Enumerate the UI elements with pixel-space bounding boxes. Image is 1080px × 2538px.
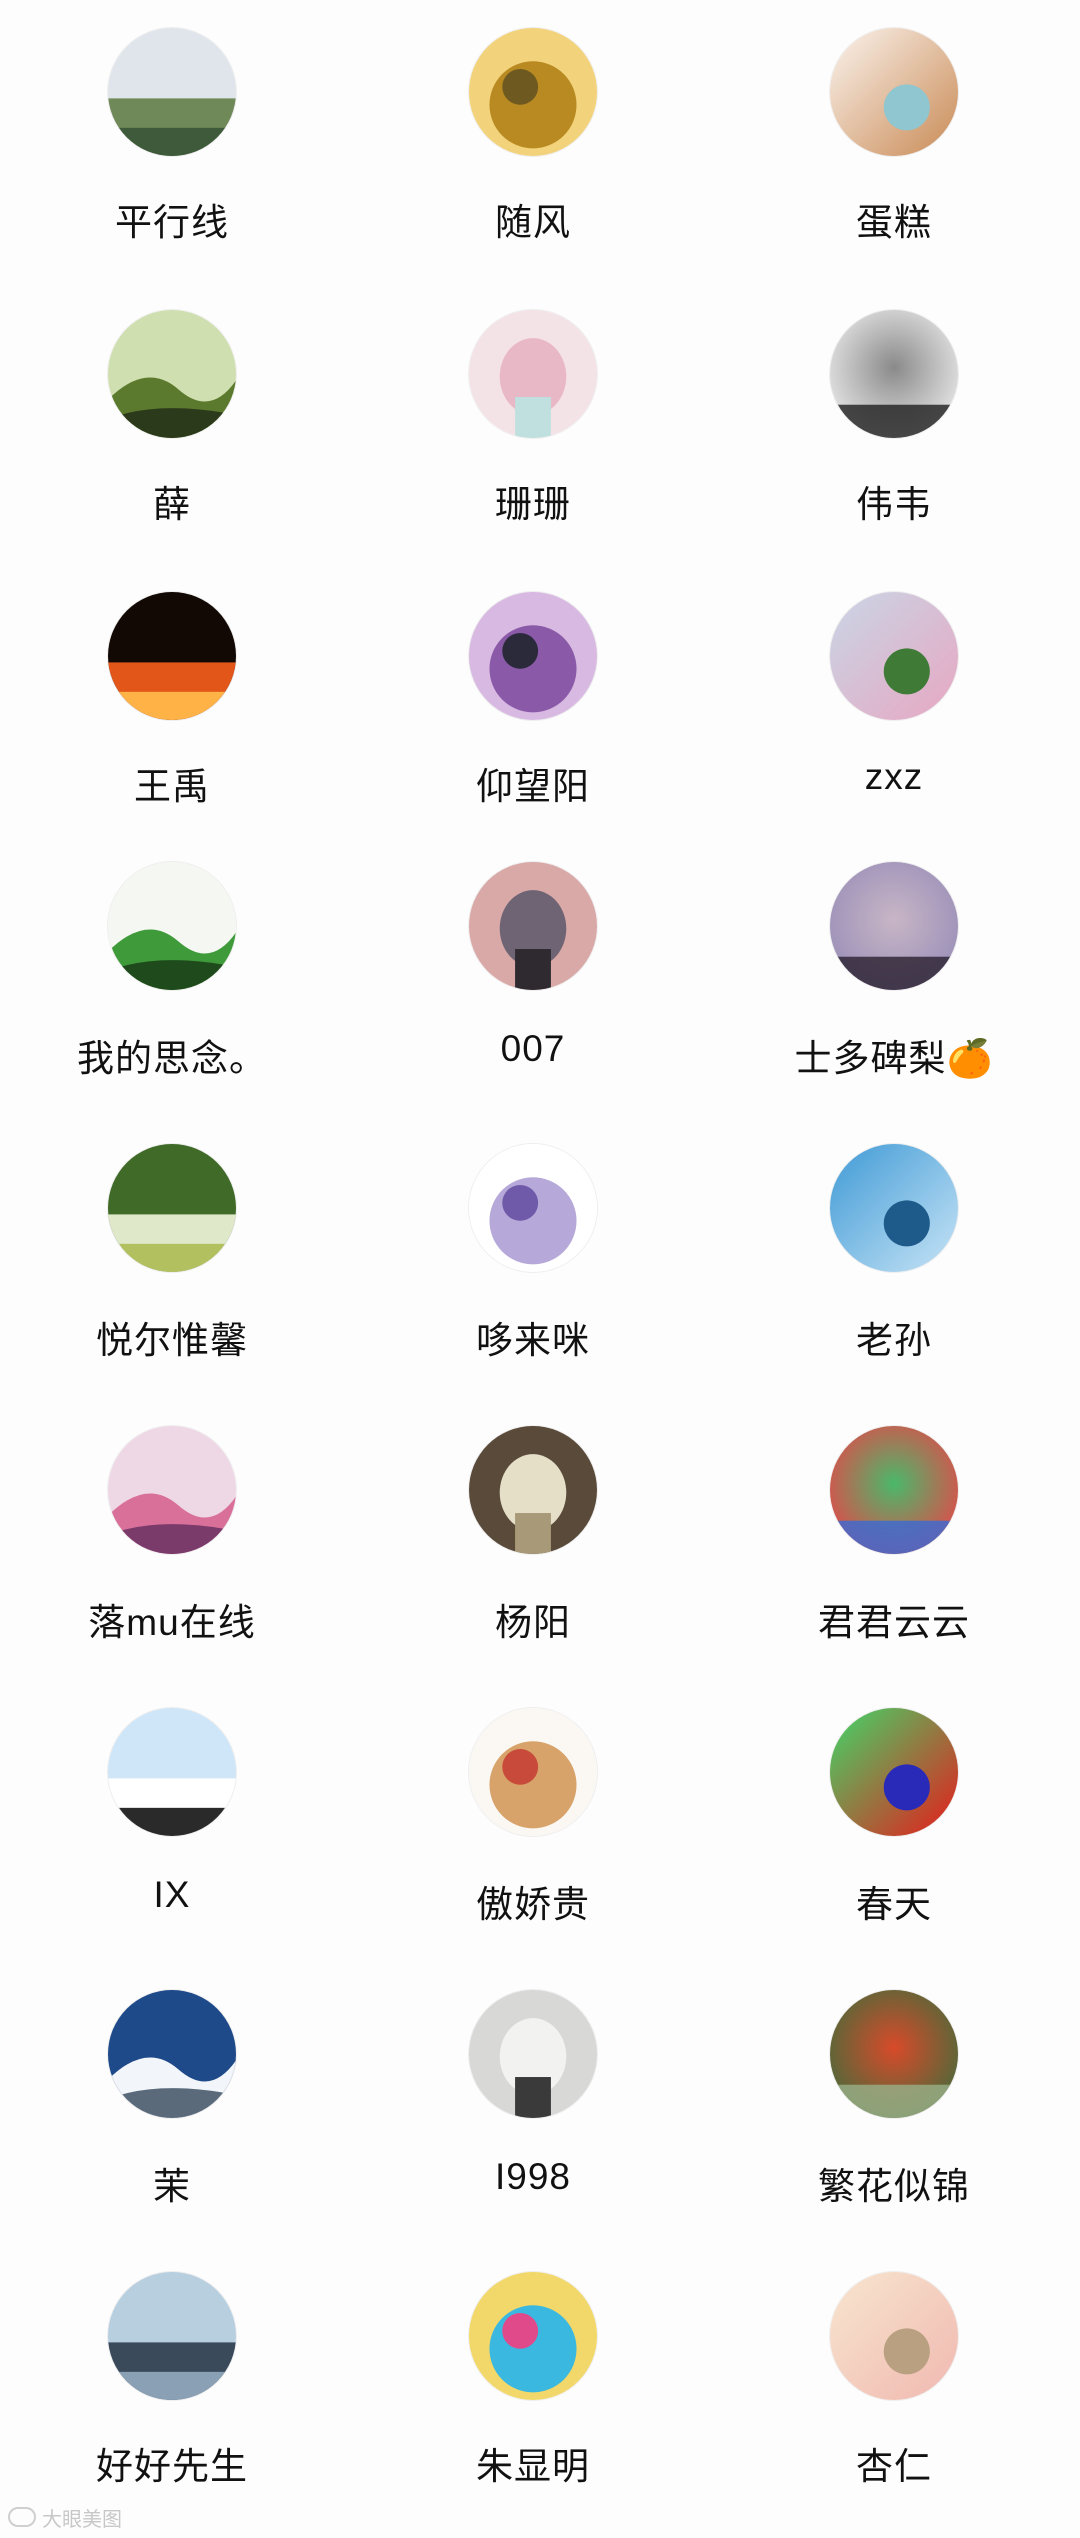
tie-suit-avatar[interactable]: [830, 310, 958, 438]
watermark: 大眼美图: [8, 2502, 122, 2532]
princess-sketch-avatar[interactable]: [469, 1990, 597, 2118]
contact-name[interactable]: I998: [383, 2156, 683, 2198]
eiffel-tower-avatar[interactable]: [108, 2272, 236, 2400]
red-berries-avatar[interactable]: [830, 1990, 958, 2118]
cartoon-characters-avatar[interactable]: [469, 2272, 597, 2400]
contact-name[interactable]: 杏仁: [744, 2436, 1044, 2490]
shiba-dog-avatar[interactable]: [469, 1708, 597, 1836]
stage-child-avatar[interactable]: [469, 592, 597, 720]
contact-grid: 平行线 随风 蛋糕薛 珊珊 伟韦王禹 仰望阳 zxz 我的思念。 007 士多碑梨🍊 悦尔惟馨 哆来咪…: [0, 0, 1080, 2538]
bunny-cartoon-avatar[interactable]: [830, 2272, 958, 2400]
anime-catboy-avatar[interactable]: [830, 28, 958, 156]
contact-name[interactable]: 随风: [383, 192, 683, 246]
child-dress-avatar[interactable]: [469, 1426, 597, 1554]
heatmap-avatar[interactable]: [830, 1708, 958, 1836]
baby-seal-avatar[interactable]: [108, 1708, 236, 1836]
fire-letter-v-avatar[interactable]: [108, 592, 236, 720]
macaron-tower-avatar[interactable]: [469, 310, 597, 438]
contact-name[interactable]: 蛋糕: [744, 192, 1044, 246]
contact-name[interactable]: 007: [383, 1028, 683, 1070]
watermark-text: 大眼美图: [42, 2508, 122, 2531]
contact-name[interactable]: 哆来咪: [383, 1310, 683, 1364]
contact-name[interactable]: 我的思念。: [22, 1028, 322, 1082]
golden-tree-avenue-avatar[interactable]: [469, 28, 597, 156]
contact-name[interactable]: 君君云云: [744, 1592, 1044, 1646]
green-dinosaur-avatar[interactable]: [108, 862, 236, 990]
garden-tree-avatar[interactable]: [830, 592, 958, 720]
contact-name[interactable]: 老孙: [744, 1310, 1044, 1364]
contact-name[interactable]: 落mu在线: [22, 1592, 322, 1646]
contact-name[interactable]: 薛: [22, 474, 322, 528]
contact-name[interactable]: IX: [22, 1874, 322, 1916]
pink-room-avatar[interactable]: [108, 1426, 236, 1554]
ribbon-bow-avatar[interactable]: [469, 1144, 597, 1272]
contact-name[interactable]: 春天: [744, 1874, 1044, 1928]
sailboat-avatar[interactable]: [830, 1144, 958, 1272]
watermark-logo-icon: [8, 2507, 36, 2527]
contact-name[interactable]: 杨阳: [383, 1592, 683, 1646]
pagoda-landscape-avatar[interactable]: [108, 28, 236, 156]
contact-name[interactable]: 朱显明: [383, 2436, 683, 2490]
contact-name[interactable]: 平行线: [22, 192, 322, 246]
contact-name[interactable]: 繁花似锦: [744, 2156, 1044, 2210]
white-flowers-avatar[interactable]: [108, 1144, 236, 1272]
contact-name[interactable]: 王禹: [22, 756, 322, 810]
contact-name[interactable]: 仰望阳: [383, 756, 683, 810]
contact-name[interactable]: 伟韦: [744, 474, 1044, 528]
contact-name[interactable]: 茉: [22, 2156, 322, 2210]
contact-name[interactable]: zxz: [744, 756, 1044, 798]
contact-name[interactable]: 悦尔惟馨: [22, 1310, 322, 1364]
contact-name[interactable]: 士多碑梨🍊: [744, 1028, 1044, 1082]
contact-name[interactable]: 珊珊: [383, 474, 683, 528]
rainbow-piano-avatar[interactable]: [830, 1426, 958, 1554]
contact-name[interactable]: 傲娇贵: [383, 1874, 683, 1928]
river-valley-avatar[interactable]: [108, 310, 236, 438]
sea-pier-sunset-avatar[interactable]: [469, 862, 597, 990]
portrait-woman-avatar[interactable]: [830, 862, 958, 990]
snow-mountain-avatar[interactable]: [108, 1990, 236, 2118]
contact-name[interactable]: 好好先生: [22, 2436, 322, 2490]
